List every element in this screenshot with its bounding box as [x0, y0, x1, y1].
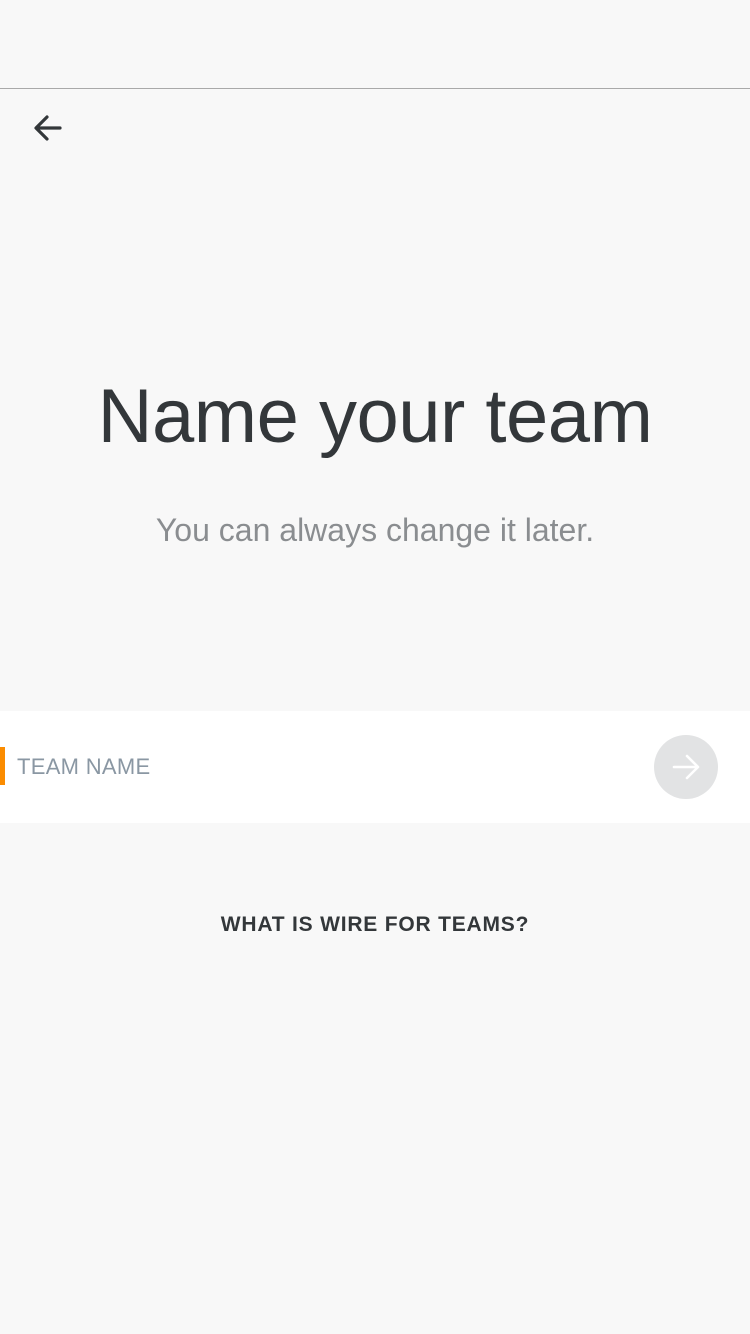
page-title: Name your team — [97, 374, 653, 459]
team-name-row — [0, 711, 750, 823]
what-is-wire-for-teams-link[interactable]: WHAT IS WIRE FOR TEAMS? — [0, 910, 750, 940]
page-subtitle: You can always change it later. — [155, 512, 595, 548]
back-button[interactable] — [24, 104, 72, 152]
team-name-input[interactable] — [17, 711, 617, 823]
status-bar — [0, 0, 750, 89]
arrow-left-icon — [34, 115, 62, 141]
input-focus-indicator — [0, 747, 5, 785]
arrow-right-icon — [672, 754, 700, 780]
submit-button[interactable] — [654, 735, 718, 799]
